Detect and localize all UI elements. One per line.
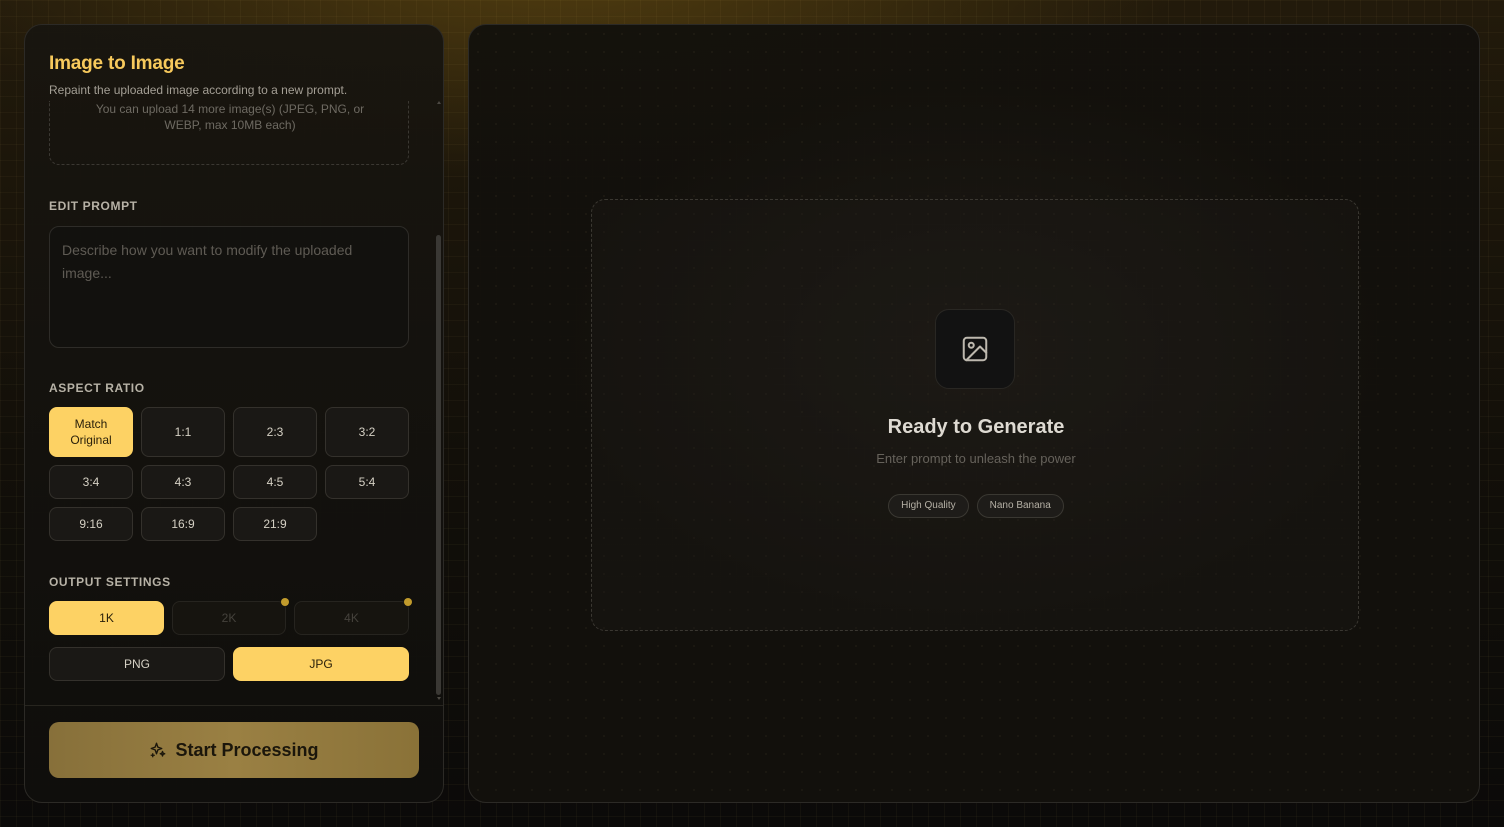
aspect-ratio-3-4[interactable]: 3:4: [49, 465, 133, 499]
aspect-ratio-option-label: 3:4: [82, 475, 100, 489]
aspect-ratio-option-label: 4:3: [174, 475, 192, 489]
aspect-ratio-3-2[interactable]: 3:2: [325, 407, 409, 457]
aspect-ratio-option-label: 9:16: [79, 517, 103, 531]
start-processing-button[interactable]: Start Processing: [49, 722, 419, 778]
resolution-1k-button[interactable]: 1K: [49, 601, 164, 635]
output-settings-label: OUTPUT SETTINGS: [49, 575, 171, 589]
resolution-label: 1K: [99, 611, 114, 625]
aspect-ratio-5-4[interactable]: 5:4: [325, 465, 409, 499]
settings-scrollbar[interactable]: [436, 103, 441, 703]
format-label: JPG: [309, 657, 333, 671]
aspect-ratio-1-1[interactable]: 1:1: [141, 407, 225, 457]
aspect-ratio-option-label: 5:4: [358, 475, 376, 489]
aspect-ratio-option-label: 4:5: [266, 475, 284, 489]
aspect-ratio-match-original[interactable]: Match Original: [49, 407, 133, 457]
footer-divider: [25, 705, 443, 706]
tag-nano-banana: Nano Banana: [976, 494, 1064, 518]
result-preview-area: Ready to Generate Enter prompt to unleas…: [591, 199, 1359, 631]
prompt-box: [49, 226, 409, 348]
aspect-ratio-16-9[interactable]: 16:9: [141, 507, 225, 541]
resolution-label: 4K: [344, 611, 359, 625]
scrollbar-thumb[interactable]: [436, 235, 441, 695]
preview-placeholder: [935, 309, 1015, 389]
settings-panel: Image to Image Repaint the uploaded imag…: [24, 24, 444, 803]
format-jpg-button[interactable]: JPG: [233, 647, 409, 681]
edit-prompt-input[interactable]: [62, 239, 396, 335]
aspect-ratio-option-label: 2:3: [266, 425, 284, 439]
aspect-ratio-label: ASPECT RATIO: [49, 381, 145, 395]
aspect-ratio-option-label: 3:2: [358, 425, 376, 439]
image-icon: [962, 336, 988, 362]
upload-hint: You can upload 14 more image(s) (JPEG, P…: [95, 102, 365, 132]
resolution-2k-button[interactable]: 2K: [172, 598, 289, 635]
aspect-ratio-4-5[interactable]: 4:5: [233, 465, 317, 499]
preview-panel: Ready to Generate Enter prompt to unleas…: [468, 24, 1480, 803]
settings-scroll-area[interactable]: Image to Image Repaint the uploaded imag…: [25, 25, 443, 705]
image-upload-dropzone[interactable]: You can upload 14 more image(s) (JPEG, P…: [49, 101, 409, 165]
aspect-ratio-2-3[interactable]: 2:3: [233, 407, 317, 457]
aspect-ratio-9-16[interactable]: 9:16: [49, 507, 133, 541]
ready-title: Ready to Generate: [887, 416, 1065, 438]
aspect-ratio-option-label: 1:1: [174, 425, 192, 439]
aspect-ratio-4-3[interactable]: 4:3: [141, 465, 225, 499]
panel-description: Repaint the uploaded image according to …: [49, 83, 348, 97]
aspect-ratio-21-9[interactable]: 21:9: [233, 507, 317, 541]
feature-tags: High Quality Nano Banana: [592, 494, 1360, 518]
sparkles-icon: [151, 742, 166, 758]
format-label: PNG: [123, 657, 150, 671]
tag-high-quality: High Quality: [888, 494, 969, 518]
premium-dot-icon: [281, 598, 289, 606]
panel-title: Image to Image: [49, 53, 185, 74]
scroll-down-arrow-icon[interactable]: [437, 697, 441, 700]
resolution-4k-button[interactable]: 4K: [294, 598, 412, 635]
premium-dot-icon: [404, 598, 412, 606]
ready-subtitle: Enter prompt to unleash the power: [876, 451, 1076, 466]
format-png-button[interactable]: PNG: [49, 647, 225, 681]
aspect-ratio-option-label: Match Original: [70, 417, 112, 447]
aspect-ratio-option-label: 21:9: [263, 517, 287, 531]
resolution-label: 2K: [221, 611, 237, 625]
aspect-ratio-option-label: 16:9: [171, 517, 195, 531]
edit-prompt-label: EDIT PROMPT: [49, 199, 138, 213]
start-processing-label: Start Processing: [175, 739, 319, 760]
